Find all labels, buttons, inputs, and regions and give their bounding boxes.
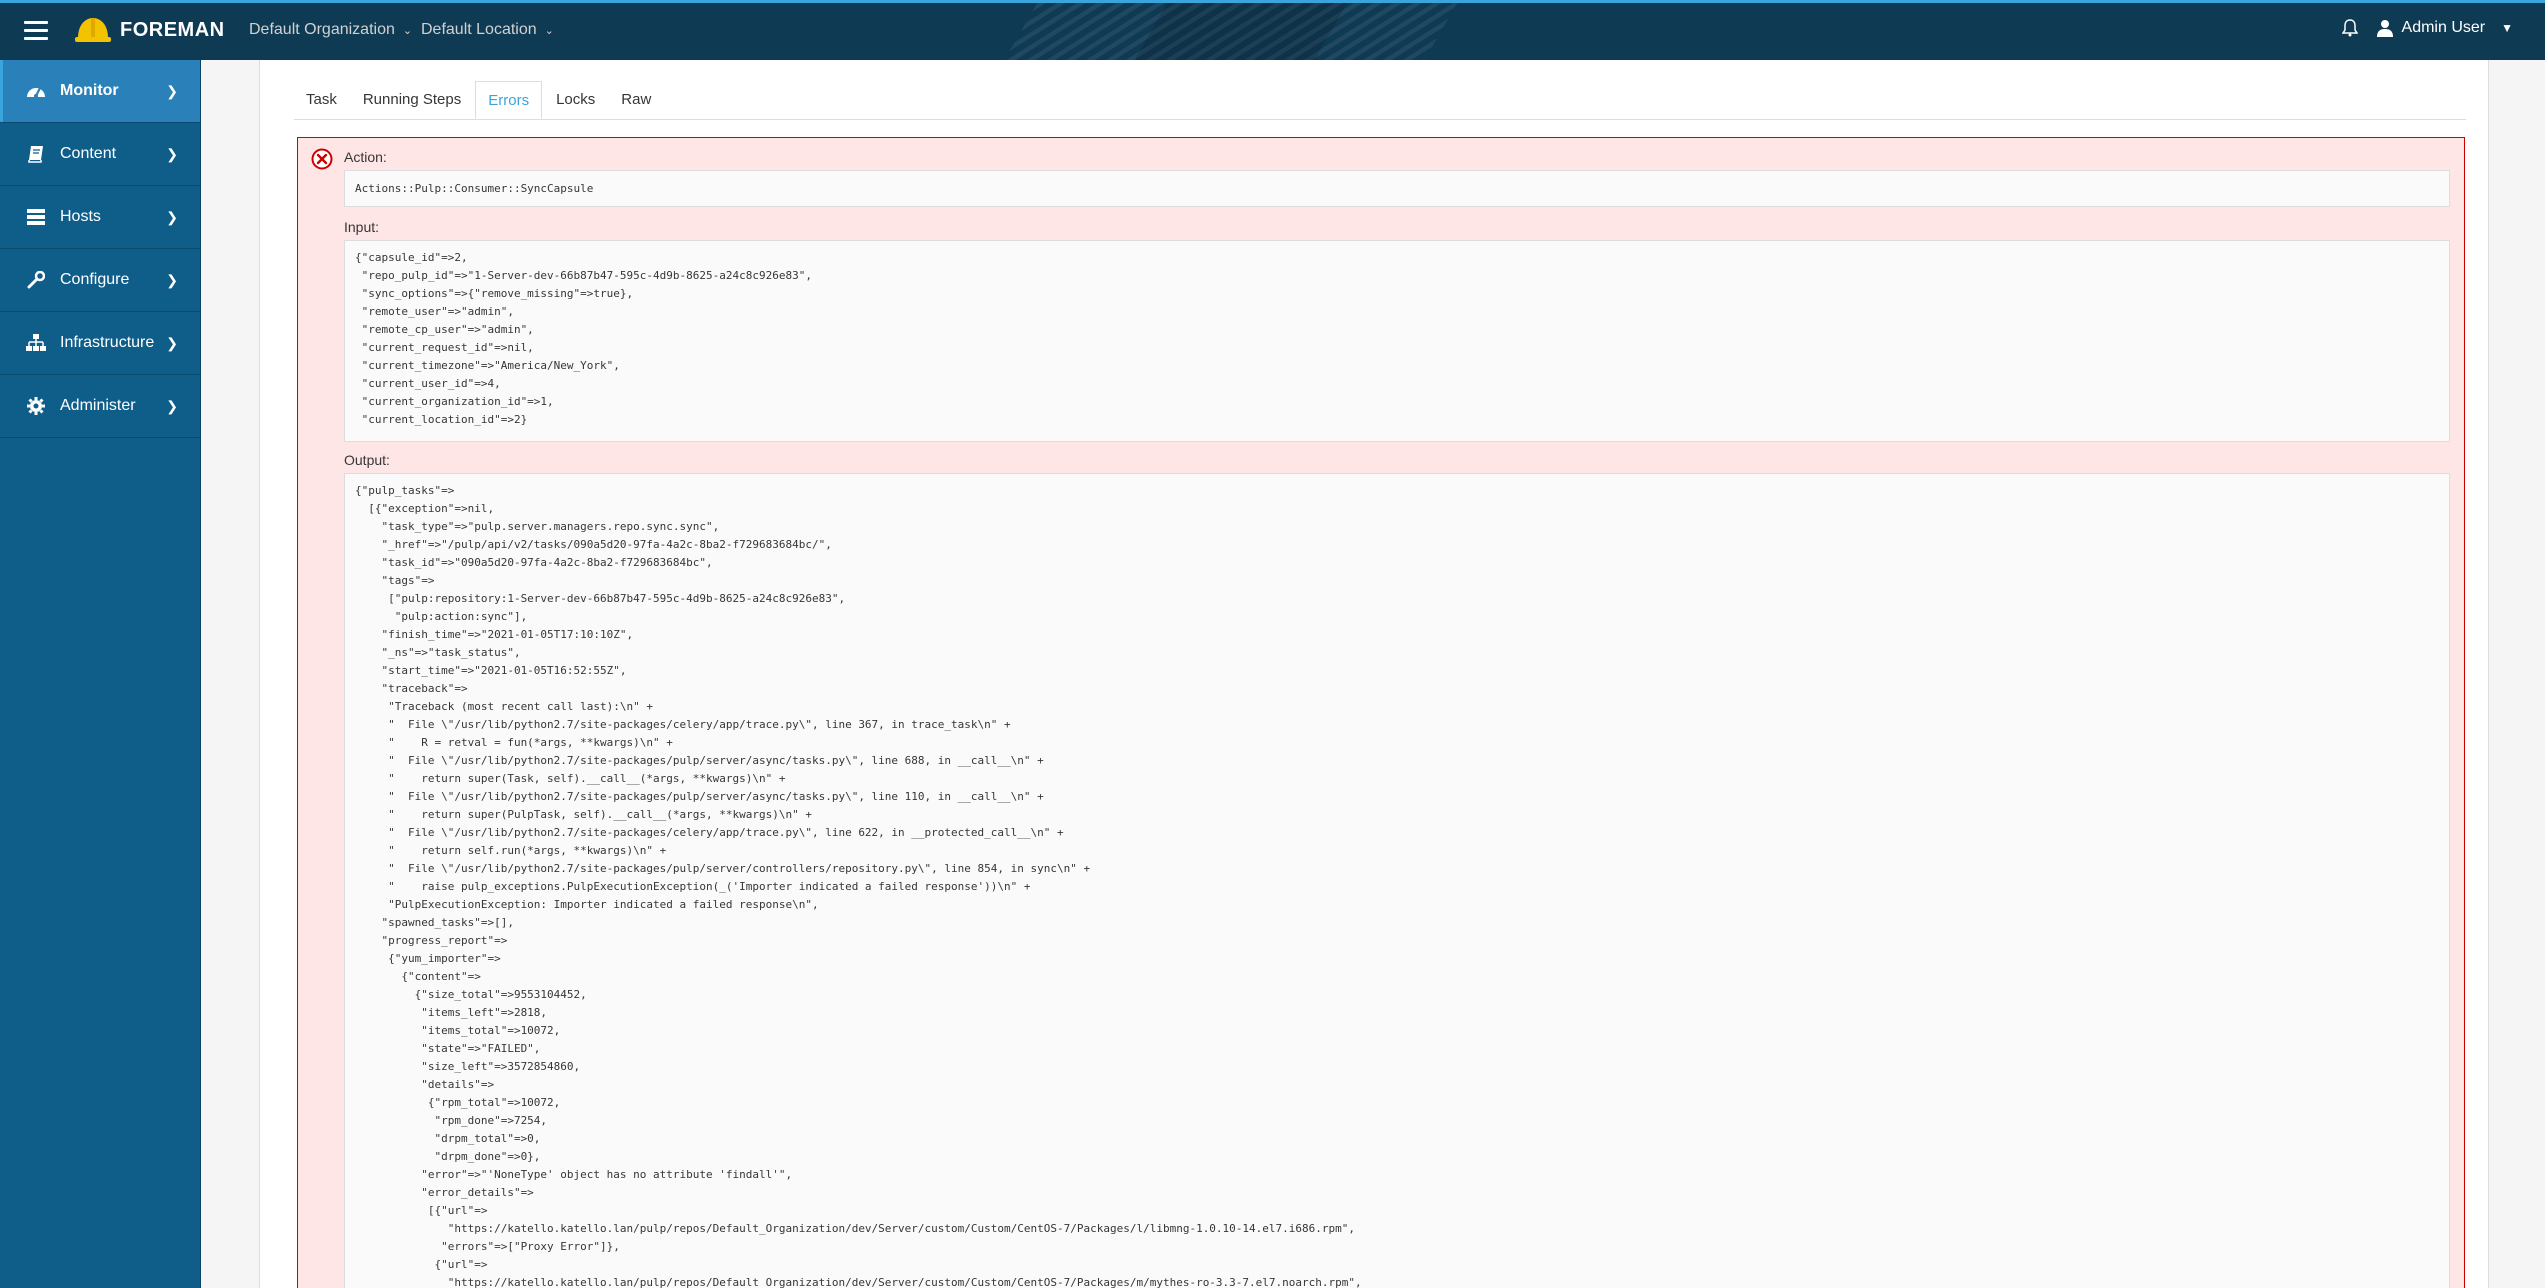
sidebar-item-configure[interactable]: Configure ❯: [0, 249, 200, 312]
main-content: Task Running Steps Errors Locks Raw Acti…: [259, 60, 2489, 1288]
user-icon: [2376, 20, 2393, 37]
menu-toggle-icon[interactable]: [24, 21, 48, 41]
user-area: Admin User ▼: [2341, 19, 2513, 37]
chevron-right-icon: ❯: [166, 271, 178, 288]
sidebar-item-label: Configure: [60, 271, 130, 288]
sidebar-item-label: Administer: [60, 397, 136, 414]
chevron-right-icon: ❯: [166, 334, 178, 351]
chevron-right-icon: ❯: [166, 82, 178, 99]
top-navbar: FOREMAN Default Organization ⌄ Default L…: [0, 0, 2545, 60]
user-menu[interactable]: Admin User: [2402, 19, 2486, 37]
input-label: Input:: [344, 219, 380, 235]
input-value: {"capsule_id"=>2, "repo_pulp_id"=>"1-Ser…: [344, 240, 2450, 442]
chevron-right-icon: ❯: [166, 208, 178, 225]
tab-locks[interactable]: Locks: [544, 81, 607, 119]
action-label: Action:: [344, 149, 387, 165]
action-value: Actions::Pulp::Consumer::SyncCapsule: [344, 170, 2450, 207]
caret-down-icon[interactable]: ▼: [2501, 21, 2513, 35]
chevron-down-icon: ⌄: [544, 24, 554, 37]
server-icon: [26, 207, 46, 227]
gear-icon: [26, 396, 46, 416]
chevron-right-icon: ❯: [166, 397, 178, 414]
sidebar-item-monitor[interactable]: Monitor ❯: [0, 60, 200, 123]
chevron-right-icon: ❯: [166, 145, 178, 162]
sidebar-item-infrastructure[interactable]: Infrastructure ❯: [0, 312, 200, 375]
error-circle-icon: [311, 148, 333, 170]
tab-running-steps[interactable]: Running Steps: [351, 81, 473, 119]
tachometer-icon: [26, 81, 46, 101]
tab-task[interactable]: Task: [294, 81, 349, 119]
bell-icon[interactable]: [2341, 19, 2358, 37]
organization-dropdown[interactable]: Default Organization ⌄: [249, 21, 412, 39]
foreman-logo[interactable]: FOREMAN: [74, 14, 225, 46]
location-label: Default Location: [421, 21, 537, 38]
hard-hat-icon: [75, 18, 111, 42]
navbar-decoration-stripe: [1132, 3, 1348, 60]
tab-errors[interactable]: Errors: [475, 81, 543, 119]
wrench-icon: [26, 270, 46, 290]
sidebar-item-hosts[interactable]: Hosts ❯: [0, 186, 200, 249]
chevron-down-icon: ⌄: [402, 24, 413, 37]
tab-raw[interactable]: Raw: [609, 81, 663, 119]
output-label: Output:: [344, 452, 390, 468]
sidebar-item-label: Content: [60, 145, 117, 162]
sidebar-item-label: Hosts: [60, 208, 101, 225]
book-icon: [26, 144, 46, 164]
sitemap-icon: [26, 333, 46, 353]
location-dropdown[interactable]: Default Location ⌄: [421, 21, 554, 39]
output-value: {"pulp_tasks"=> [{"exception"=>nil, "tas…: [344, 473, 2450, 1288]
sidebar-item-label: Monitor: [60, 82, 119, 99]
brand-name: FOREMAN: [120, 18, 225, 41]
sidebar-item-label: Infrastructure: [60, 334, 155, 351]
error-panel: Action: Actions::Pulp::Consumer::SyncCap…: [297, 137, 2465, 1288]
sidebar-item-content[interactable]: Content ❯: [0, 123, 200, 186]
organization-label: Default Organization: [249, 21, 395, 38]
sidebar: Monitor ❯ Content ❯ Hosts ❯ Configure ❯ …: [0, 60, 201, 1288]
task-tabs: Task Running Steps Errors Locks Raw: [294, 81, 2466, 120]
sidebar-item-administer[interactable]: Administer ❯: [0, 375, 200, 438]
